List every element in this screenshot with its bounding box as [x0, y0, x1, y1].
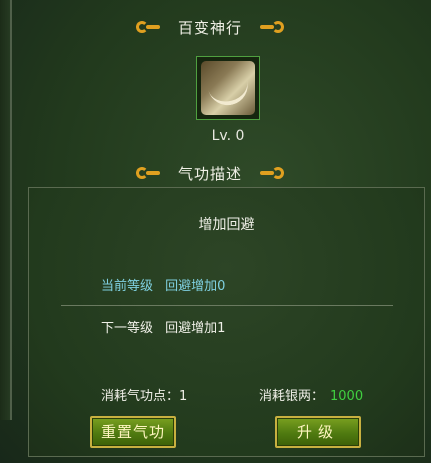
qigong-cost: 消耗气功点：1: [101, 385, 187, 404]
cloud-ornament-icon: [260, 166, 286, 180]
qigong-cost-value: 1: [179, 389, 188, 404]
reset-qigong-button[interactable]: 重置气功: [90, 416, 176, 448]
cloud-ornament-icon: [134, 166, 160, 180]
skill-detail-window: 百变神行 Lv. 0 气功描述 增加回避 当前等级 回避增加0 下一等级 回避增…: [0, 0, 431, 463]
qigong-cost-label: 消耗气功点：: [101, 389, 180, 404]
feather-skill-icon: [201, 61, 255, 115]
next-level-value: 回避增加1: [165, 321, 226, 336]
left-panel-edge: [0, 0, 12, 420]
divider: [61, 305, 393, 306]
silver-cost: 消耗银两： 1000: [259, 385, 363, 404]
section-header: 气功描述: [60, 159, 360, 187]
next-level-label: 下一等级: [101, 321, 154, 336]
section-title: 气功描述: [177, 164, 242, 183]
next-level-line: 下一等级 回避增加1: [101, 317, 225, 336]
silver-cost-value: 1000: [330, 389, 364, 404]
description-panel: 增加回避 当前等级 回避增加0 下一等级 回避增加1 消耗气功点：1 消耗银两：…: [28, 187, 425, 457]
cloud-ornament-icon: [260, 20, 286, 34]
silver-cost-label: 消耗银两：: [259, 389, 325, 404]
current-level-line: 当前等级 回避增加0: [101, 275, 225, 294]
skill-level: Lv. 0: [211, 128, 245, 144]
skill-icon-slot[interactable]: [196, 56, 260, 120]
cloud-ornament-icon: [134, 20, 160, 34]
description-title: 增加回避: [198, 217, 255, 233]
skill-name-header: 百变神行: [60, 13, 360, 41]
current-level-value: 回避增加0: [165, 279, 226, 294]
current-level-label: 当前等级: [101, 279, 154, 294]
upgrade-button[interactable]: 升级: [275, 416, 361, 448]
skill-name: 百变神行: [177, 18, 242, 37]
